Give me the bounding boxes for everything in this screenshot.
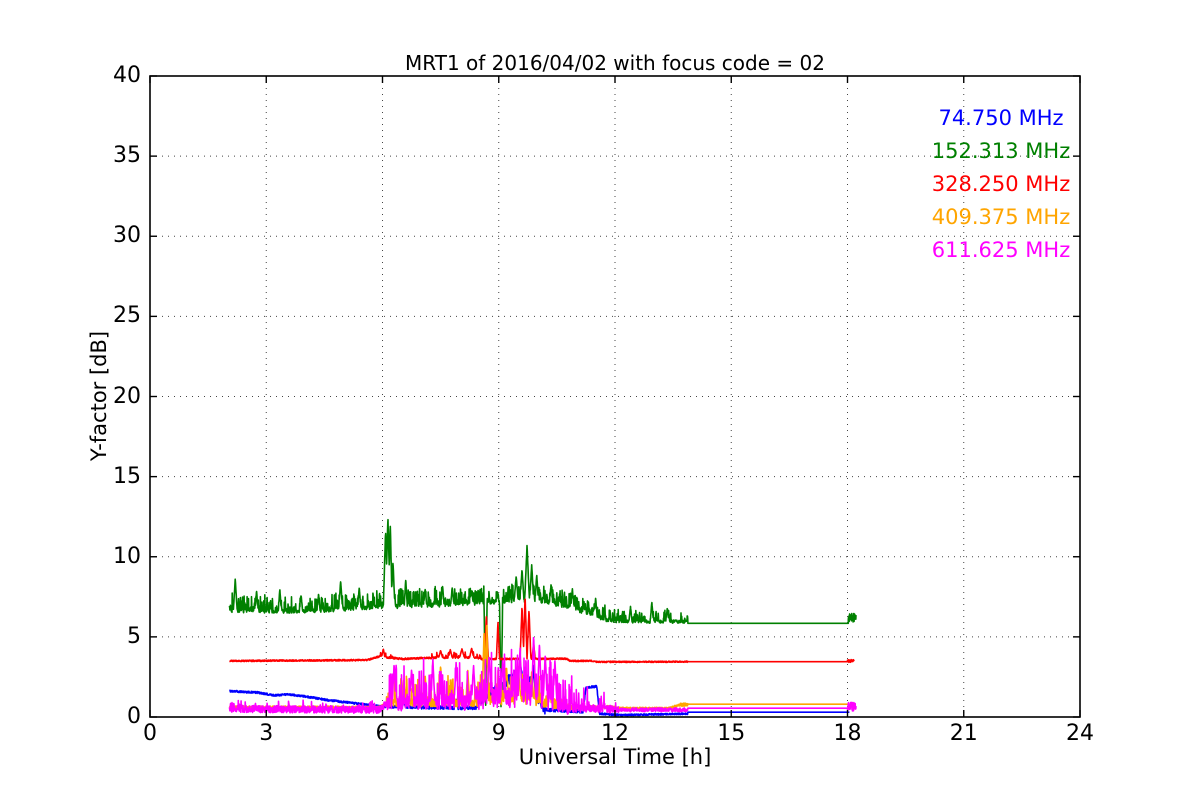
y-tick-label: 10 xyxy=(113,543,141,569)
series-line-409.375-MHz xyxy=(228,624,850,711)
chart-title: MRT1 of 2016/04/02 with focus code = 02 xyxy=(405,51,825,75)
y-tick-label: 0 xyxy=(127,704,141,729)
y-tick-label: 40 xyxy=(113,63,141,88)
y-tick-label: 35 xyxy=(113,143,141,169)
legend-item: 74.750 MHz xyxy=(938,106,1064,130)
legend: 74.750 MHz 152.313 MHz 328.250 MHz 409.375 … xyxy=(901,102,1101,267)
y-tick-label: 5 xyxy=(127,623,141,649)
legend-item: 152.313 MHz xyxy=(931,139,1071,163)
y-tick-label: 25 xyxy=(113,303,141,329)
x-tick-label: 24 xyxy=(1066,721,1094,746)
x-tick-label: 3 xyxy=(259,721,274,746)
series-line-611.625-MHz xyxy=(228,636,857,715)
legend-item: 328.250 MHz xyxy=(931,172,1071,196)
y-tick-label: 20 xyxy=(113,383,141,409)
x-tick-label: 9 xyxy=(491,721,506,746)
y-tick-label: 15 xyxy=(113,463,141,489)
x-tick-label: 15 xyxy=(717,721,746,746)
legend-item: 611.625 MHz xyxy=(931,238,1071,262)
legend-item: 409.375 MHz xyxy=(931,205,1071,229)
x-tick-label: 12 xyxy=(601,721,629,746)
x-tick-label: 6 xyxy=(375,721,390,746)
chart-figure: MRT1 of 2016/04/02 with focus code = 02 … xyxy=(0,0,1200,800)
y-tick-label: 30 xyxy=(113,223,141,249)
x-tick-label: 18 xyxy=(833,721,862,746)
x-axis-label: Universal Time [h] xyxy=(518,745,712,769)
x-tick-label: 21 xyxy=(949,721,978,746)
